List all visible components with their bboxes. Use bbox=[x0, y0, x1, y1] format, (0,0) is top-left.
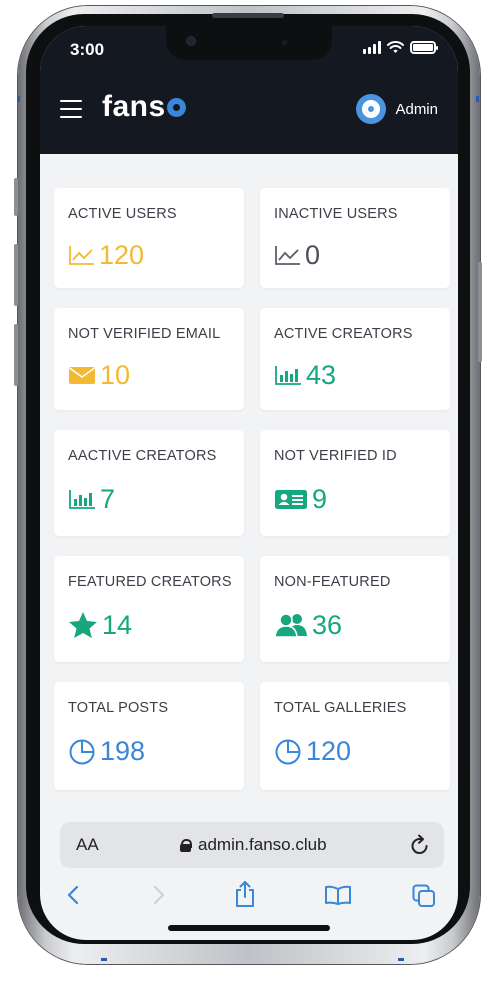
volume-up-button bbox=[14, 244, 18, 306]
stat-card-featured-creators[interactable]: FEATURED CREATORS 14 bbox=[54, 556, 244, 662]
id-card-icon bbox=[275, 490, 307, 509]
line-chart-icon bbox=[69, 246, 94, 265]
pie-chart-icon bbox=[275, 739, 301, 765]
card-number: 120 bbox=[99, 240, 145, 270]
brand-logo-o bbox=[166, 98, 186, 117]
stat-card-aactive-creators[interactable]: AACTIVE CREATORS 7 bbox=[54, 430, 244, 536]
card-number: 0 bbox=[305, 240, 321, 270]
reload-icon[interactable] bbox=[410, 834, 430, 856]
card-number: 43 bbox=[306, 360, 337, 390]
users-icon bbox=[274, 613, 307, 638]
stat-card-not-verified-id[interactable]: NOT VERIFIED ID 9 bbox=[260, 430, 450, 536]
stat-card-active-users[interactable]: ACTIVE USERS 120 bbox=[54, 188, 244, 288]
card-title: TOTAL POSTS bbox=[68, 700, 169, 716]
envelope-icon bbox=[69, 367, 95, 384]
card-title: AACTIVE CREATORS bbox=[68, 448, 217, 464]
brand-logo[interactable]: fans bbox=[102, 90, 186, 124]
front-camera bbox=[186, 36, 196, 46]
status-icons bbox=[363, 41, 438, 54]
antenna-line bbox=[398, 958, 404, 961]
card-title: ACTIVE CREATORS bbox=[274, 326, 413, 342]
card-number: 14 bbox=[102, 610, 133, 640]
card-number: 10 bbox=[100, 360, 131, 390]
url-text: admin.fanso.club bbox=[198, 835, 327, 854]
signal-icon bbox=[363, 41, 381, 54]
card-value: 10 bbox=[68, 360, 130, 390]
admin-menu[interactable]: Admin bbox=[356, 94, 438, 124]
card-value: 120 bbox=[274, 736, 351, 766]
bar-chart-icon bbox=[275, 366, 301, 385]
wifi-icon bbox=[387, 41, 404, 53]
stat-card-not-verified-email[interactable]: NOT VERIFIED EMAIL 10 bbox=[54, 308, 244, 410]
card-title: INACTIVE USERS bbox=[274, 206, 398, 222]
card-number: 7 bbox=[100, 484, 116, 514]
card-value: 7 bbox=[68, 484, 115, 514]
antenna-line bbox=[17, 96, 20, 102]
card-value: 120 bbox=[68, 240, 144, 270]
star-icon bbox=[69, 612, 97, 638]
tabs-icon[interactable] bbox=[412, 884, 436, 908]
card-number: 9 bbox=[312, 484, 328, 514]
card-number: 198 bbox=[100, 736, 146, 766]
silent-switch bbox=[14, 178, 18, 216]
bar-chart-icon bbox=[69, 490, 95, 509]
url-display[interactable]: admin.fanso.club bbox=[180, 835, 327, 855]
home-indicator bbox=[168, 925, 330, 931]
pie-chart-icon bbox=[69, 739, 95, 765]
phone-screen: 3:00 fans Admin ACTIVE USERS 120 INACTIV… bbox=[40, 26, 458, 940]
stat-card-inactive-users[interactable]: INACTIVE USERS 0 bbox=[260, 188, 450, 288]
menu-icon[interactable] bbox=[60, 100, 82, 118]
line-chart-icon bbox=[275, 246, 300, 265]
card-value: 198 bbox=[68, 736, 145, 766]
earpiece-speaker bbox=[212, 13, 284, 18]
battery-icon bbox=[410, 41, 438, 54]
card-title: ACTIVE USERS bbox=[68, 206, 177, 222]
card-title: NOT VERIFIED ID bbox=[274, 448, 397, 464]
card-number: 120 bbox=[306, 736, 352, 766]
card-value: 43 bbox=[274, 360, 336, 390]
card-title: FEATURED CREATORS bbox=[68, 574, 232, 590]
card-value: 9 bbox=[274, 484, 327, 514]
card-title: NOT VERIFIED EMAIL bbox=[68, 326, 221, 342]
stat-card-total-posts[interactable]: TOTAL POSTS 198 bbox=[54, 682, 244, 790]
forward-icon[interactable] bbox=[152, 884, 166, 906]
volume-down-button bbox=[14, 324, 18, 386]
bookmarks-icon[interactable] bbox=[324, 884, 352, 906]
status-time: 3:00 bbox=[70, 40, 105, 59]
browser-address-bar[interactable]: AA admin.fanso.club bbox=[60, 822, 444, 868]
card-number: 36 bbox=[312, 610, 343, 640]
admin-label: Admin bbox=[395, 100, 438, 118]
reader-options-button[interactable]: AA bbox=[76, 835, 99, 855]
card-value: 14 bbox=[68, 610, 132, 640]
stat-card-active-creators[interactable]: ACTIVE CREATORS 43 bbox=[260, 308, 450, 410]
back-icon[interactable] bbox=[66, 884, 80, 906]
card-title: TOTAL GALLERIES bbox=[274, 700, 407, 716]
avatar bbox=[356, 94, 387, 124]
power-button bbox=[478, 262, 482, 362]
notch bbox=[166, 26, 332, 60]
antenna-line bbox=[476, 96, 479, 102]
antenna-line bbox=[101, 958, 107, 961]
card-value: 36 bbox=[274, 610, 342, 640]
stat-card-non-featured[interactable]: NON-FEATURED 36 bbox=[260, 556, 450, 662]
sensor bbox=[282, 40, 287, 45]
card-title: NON-FEATURED bbox=[274, 574, 391, 590]
card-value: 0 bbox=[274, 240, 320, 270]
browser-toolbar bbox=[40, 876, 458, 920]
share-icon[interactable] bbox=[234, 880, 256, 908]
brand-name: fans bbox=[102, 90, 166, 123]
lock-icon bbox=[180, 838, 192, 852]
stat-card-total-galleries[interactable]: TOTAL GALLERIES 120 bbox=[260, 682, 450, 790]
